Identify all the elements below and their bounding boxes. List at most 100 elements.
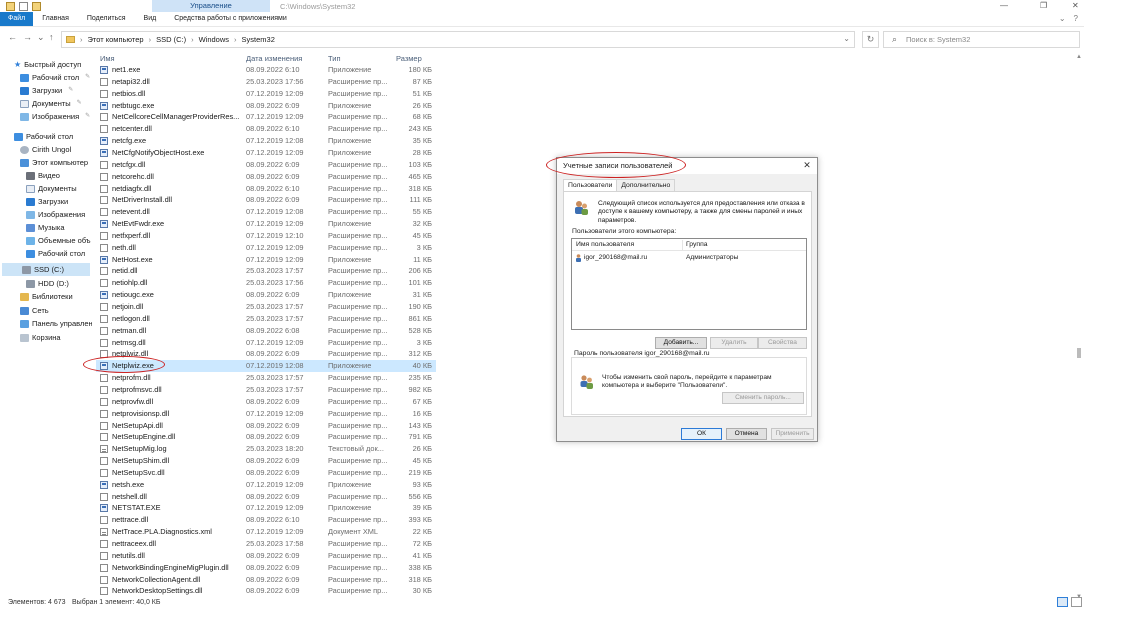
sidebar-item-desktop-pinned[interactable]: Рабочий стол ✎: [20, 71, 90, 84]
table-row[interactable]: netiougc.exe 08.09.2022 6:09 Приложение 31 …: [96, 289, 436, 301]
forward-button[interactable]: →: [23, 32, 32, 42]
tab-file[interactable]: Файл: [0, 12, 34, 26]
change-password-button[interactable]: Сменить пароль...: [722, 392, 804, 404]
refresh-button[interactable]: ↻: [862, 31, 879, 48]
help-icon[interactable]: ?: [1074, 14, 1078, 23]
maximize-button[interactable]: ❐: [1040, 1, 1047, 10]
tab-app-tools[interactable]: Средства работы с приложениями: [165, 12, 296, 26]
table-row[interactable]: netprovisionsp.dll 07.12.2019 12:09 Расшир…: [96, 408, 436, 420]
breadcrumb-ssd[interactable]: SSD (C:): [156, 35, 186, 44]
address-bar[interactable]: › Этот компьютер › SSD (C:) › Windows › …: [61, 31, 855, 48]
table-row[interactable]: netlogon.dll 25.03.2023 17:57 Расширение п…: [96, 313, 436, 325]
sidebar-item-pictures[interactable]: Изображения: [26, 208, 85, 221]
table-row[interactable]: netfxperf.dll 07.12.2019 12:10 Расширение …: [96, 230, 436, 242]
new-folder-icon[interactable]: [32, 2, 41, 11]
breadcrumb-windows[interactable]: Windows: [199, 35, 229, 44]
sidebar-item-recycle-bin[interactable]: Корзина: [20, 331, 61, 344]
table-row[interactable]: netcfg.exe 07.12.2019 12:08 Приложение 35 К…: [96, 135, 436, 147]
sidebar-item-ssd[interactable]: SSD (C:): [2, 263, 90, 276]
table-row[interactable]: netsh.exe 07.12.2019 12:09 Приложение 93 КБ: [96, 479, 436, 491]
back-button[interactable]: ←: [8, 32, 17, 42]
sidebar-item-control-panel[interactable]: Панель управлен: [20, 317, 92, 330]
tab-view[interactable]: Вид: [135, 12, 166, 26]
table-row[interactable]: NetCfgNotifyObjectHost.exe 07.12.2019 12:…: [96, 147, 436, 159]
column-header-group[interactable]: Группа: [686, 239, 708, 251]
table-row[interactable]: NetSetupMig.log 25.03.2023 18:20 Текстовый…: [96, 443, 436, 455]
sidebar-item-desktop-pc[interactable]: Рабочий стол: [26, 247, 85, 260]
ok-button[interactable]: ОК: [681, 428, 722, 440]
table-row[interactable]: netdiagfx.dll 08.09.2022 6:10 Расширение п…: [96, 183, 436, 195]
table-row[interactable]: NetEvtFwdr.exe 07.12.2019 12:09 Приложение…: [96, 218, 436, 230]
table-row[interactable]: nettraceex.dll 25.03.2023 17:58 Расширение…: [96, 538, 436, 550]
table-row[interactable]: NETSTAT.EXE 07.12.2019 12:09 Приложение 39 …: [96, 502, 436, 514]
table-row[interactable]: netapi32.dll 25.03.2023 17:56 Расширение п…: [96, 76, 436, 88]
table-row[interactable]: net1.exe 08.09.2022 6:10 Приложение 180 КБ: [96, 64, 436, 76]
tab-home[interactable]: Главная: [33, 12, 78, 26]
table-row[interactable]: NetworkBindingEngineMigPlugin.dll 08.09.2…: [96, 562, 436, 574]
table-row[interactable]: netprofm.dll 25.03.2023 17:57 Расширение п…: [96, 372, 436, 384]
sidebar-item-user[interactable]: Cirith Ungol: [20, 143, 71, 156]
table-row[interactable]: netshell.dll 08.09.2022 6:09 Расширение пр…: [96, 491, 436, 503]
scroll-up-icon[interactable]: ▲: [1076, 54, 1082, 60]
sidebar-item-network[interactable]: Сеть: [20, 304, 49, 317]
table-row[interactable]: Netplwiz.exe 07.12.2019 12:08 Приложение 40…: [96, 360, 436, 373]
table-row[interactable]: netid.dll 25.03.2023 17:57 Расширение пр..…: [96, 265, 436, 277]
tab-advanced[interactable]: Дополнительно: [616, 179, 676, 191]
table-row[interactable]: NetSetupShim.dll 08.09.2022 6:09 Расширени…: [96, 455, 436, 467]
table-row[interactable]: NetworkCollectionAgent.dll 08.09.2022 6:0…: [96, 574, 436, 586]
recent-locations-button[interactable]: ⌄: [37, 32, 45, 43]
sidebar-item-quick-access[interactable]: ★ Быстрый доступ: [14, 58, 81, 71]
table-row[interactable]: netbios.dll 07.12.2019 12:09 Расширение пр…: [96, 88, 436, 100]
column-header-size[interactable]: Размер: [396, 54, 422, 63]
properties-button[interactable]: Свойства: [758, 337, 807, 349]
sidebar-item-videos[interactable]: Видео: [26, 169, 60, 182]
column-header-user-name[interactable]: Имя пользователя: [576, 239, 634, 251]
list-item[interactable]: igor_290168@mail.ru Администраторы: [572, 253, 806, 263]
table-row[interactable]: netmsg.dll 07.12.2019 12:09 Расширение пр.…: [96, 337, 436, 349]
apply-button[interactable]: Применить: [771, 428, 814, 440]
table-row[interactable]: NetSetupApi.dll 08.09.2022 6:09 Расширение…: [96, 420, 436, 432]
table-row[interactable]: NetTrace.PLA.Diagnostics.xml 07.12.2019 1…: [96, 526, 436, 538]
column-header-date[interactable]: Дата изменения: [246, 54, 302, 63]
table-row[interactable]: netbtugc.exe 08.09.2022 6:09 Приложение 26 …: [96, 100, 436, 112]
sidebar-item-downloads-pinned[interactable]: Загрузки ✎: [20, 84, 73, 97]
column-header-type[interactable]: Тип: [328, 54, 341, 63]
folder-icon[interactable]: [6, 2, 15, 11]
search-input[interactable]: ⌕ Поиск в: System32: [883, 31, 1080, 48]
scroll-thumb[interactable]: [1077, 348, 1081, 358]
breadcrumb-this-pc[interactable]: Этот компьютер: [88, 35, 144, 44]
sidebar-item-documents[interactable]: Документы: [26, 182, 77, 195]
tab-share[interactable]: Поделиться: [78, 12, 135, 26]
table-row[interactable]: NetHost.exe 07.12.2019 12:09 Приложение 11 …: [96, 254, 436, 266]
sidebar-item-pictures-pinned[interactable]: Изображения ✎: [20, 110, 90, 123]
manage-context-tab[interactable]: Управление: [152, 0, 270, 12]
large-icons-view-icon[interactable]: [1071, 597, 1082, 607]
properties-icon[interactable]: [19, 2, 28, 11]
sidebar-item-downloads[interactable]: Загрузки: [26, 195, 68, 208]
table-row[interactable]: netprofmsvc.dll 25.03.2023 17:57 Расширени…: [96, 384, 436, 396]
table-row[interactable]: netprovfw.dll 08.09.2022 6:09 Расширение п…: [96, 396, 436, 408]
sidebar-item-music[interactable]: Музыка: [26, 221, 65, 234]
sidebar-item-desktop[interactable]: Рабочий стол: [14, 130, 73, 143]
cancel-button[interactable]: Отмена: [726, 428, 767, 440]
table-row[interactable]: NetCellcoreCellManagerProviderRes... 07.1…: [96, 111, 436, 123]
table-row[interactable]: netcenter.dll 08.09.2022 6:10 Расширение п…: [96, 123, 436, 135]
table-row[interactable]: netplwiz.dll 08.09.2022 6:09 Расширение пр…: [96, 348, 436, 360]
vertical-scrollbar[interactable]: ▲ ▼: [1074, 50, 1084, 606]
table-row[interactable]: netjoin.dll 25.03.2023 17:57 Расширение пр…: [96, 301, 436, 313]
table-row[interactable]: netman.dll 08.09.2022 6:08 Расширение пр..…: [96, 325, 436, 337]
sidebar-item-hdd[interactable]: HDD (D:): [26, 277, 69, 290]
close-button[interactable]: ✕: [1072, 1, 1079, 10]
users-list[interactable]: Имя пользователя Группа igor_290168@mail…: [571, 238, 807, 330]
table-row[interactable]: nettrace.dll 08.09.2022 6:10 Расширение пр…: [96, 514, 436, 526]
table-row[interactable]: netevent.dll 07.12.2019 12:08 Расширение п…: [96, 206, 436, 218]
remove-user-button[interactable]: Удалить: [710, 337, 758, 349]
sidebar-item-3d-objects[interactable]: Объемные объ: [26, 234, 91, 247]
column-header-name[interactable]: Имя: [100, 54, 115, 63]
expand-ribbon-icon[interactable]: ⌄: [1059, 14, 1066, 23]
details-view-icon[interactable]: [1057, 597, 1068, 607]
table-row[interactable]: netcfgx.dll 08.09.2022 6:09 Расширение пр.…: [96, 159, 436, 171]
minimize-button[interactable]: —: [1000, 1, 1008, 10]
dialog-close-button[interactable]: ✕: [800, 158, 814, 174]
breadcrumb-system32[interactable]: System32: [242, 35, 275, 44]
